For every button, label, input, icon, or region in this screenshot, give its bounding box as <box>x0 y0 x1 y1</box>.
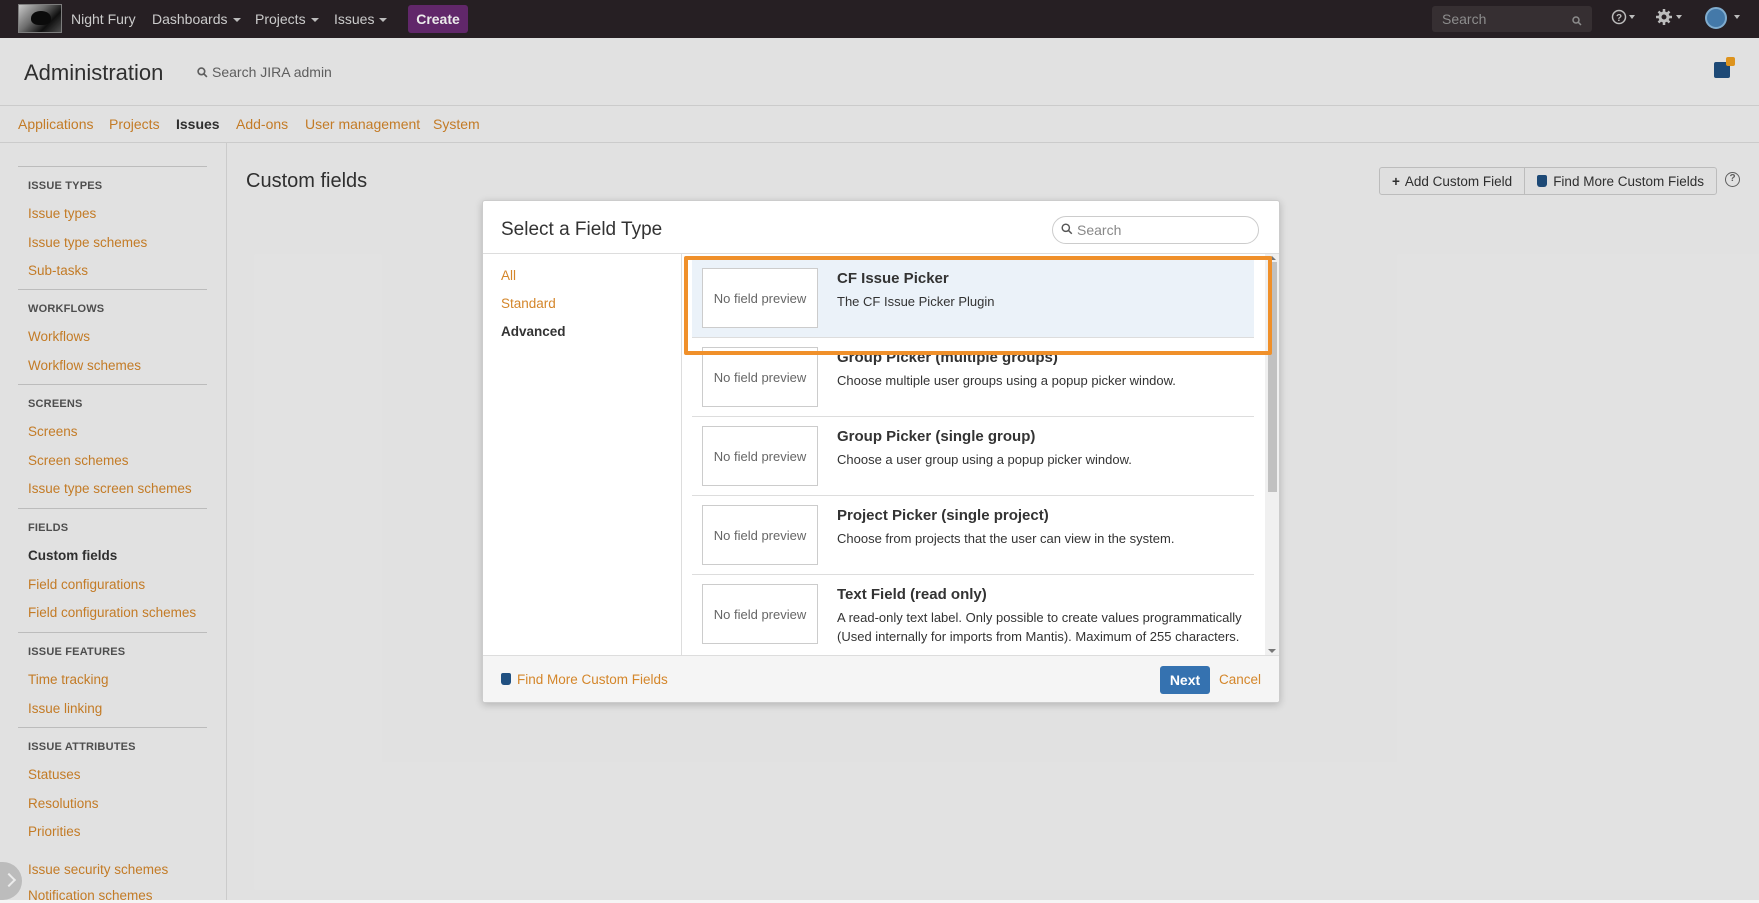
field-type-item-cf-issue-picker[interactable]: No field preview CF Issue Picker The CF … <box>692 259 1254 338</box>
search-icon <box>1061 223 1073 238</box>
dialog-footer: Find More Custom Fields Next Cancel <box>483 655 1279 702</box>
marketplace-icon <box>501 673 511 685</box>
field-type-item-group-picker-single[interactable]: No field preview Group Picker (single gr… <box>692 417 1254 496</box>
scrollbar-thumb[interactable] <box>1268 262 1277 492</box>
field-type-description: The CF Issue Picker Plugin <box>837 294 995 309</box>
field-preview: No field preview <box>702 426 818 486</box>
field-type-title: Text Field (read only) <box>837 586 987 603</box>
field-type-item-text-field-read-only[interactable]: No field preview Text Field (read only) … <box>692 575 1254 654</box>
field-type-title: Group Picker (multiple groups) <box>837 349 1058 366</box>
cancel-link[interactable]: Cancel <box>1219 672 1261 687</box>
field-type-description: A read-only text label. Only possible to… <box>837 610 1242 644</box>
field-type-description: Choose from projects that the user can v… <box>837 531 1175 546</box>
category-all[interactable]: All <box>501 268 516 283</box>
field-preview: No field preview <box>702 584 818 644</box>
scroll-up-arrow-icon[interactable] <box>1268 256 1276 260</box>
field-preview: No field preview <box>702 505 818 565</box>
field-preview: No field preview <box>702 347 818 407</box>
field-type-search-input[interactable] <box>1075 220 1250 240</box>
next-button[interactable]: Next <box>1160 666 1210 694</box>
field-type-description: Choose a user group using a popup picker… <box>837 452 1132 467</box>
scroll-down-arrow-icon[interactable] <box>1268 649 1276 653</box>
field-type-list: No field preview CF Issue Picker The CF … <box>682 254 1279 655</box>
field-type-title: Project Picker (single project) <box>837 507 1049 524</box>
field-type-title: Group Picker (single group) <box>837 428 1036 445</box>
field-type-title: CF Issue Picker <box>837 270 949 287</box>
select-field-type-dialog: Select a Field Type All Standard Advance… <box>482 200 1280 703</box>
find-more-custom-fields-link[interactable]: Find More Custom Fields <box>501 672 668 687</box>
field-type-item-group-picker-multiple[interactable]: No field preview Group Picker (multiple … <box>692 338 1254 417</box>
category-standard[interactable]: Standard <box>501 296 556 311</box>
list-scrollbar[interactable] <box>1265 254 1279 655</box>
field-type-search[interactable] <box>1052 216 1259 244</box>
field-preview: No field preview <box>702 268 818 328</box>
field-type-description: Choose multiple user groups using a popu… <box>837 373 1176 388</box>
field-type-item-project-picker[interactable]: No field preview Project Picker (single … <box>692 496 1254 575</box>
dialog-title: Select a Field Type <box>501 219 663 240</box>
category-advanced[interactable]: Advanced <box>501 324 566 339</box>
